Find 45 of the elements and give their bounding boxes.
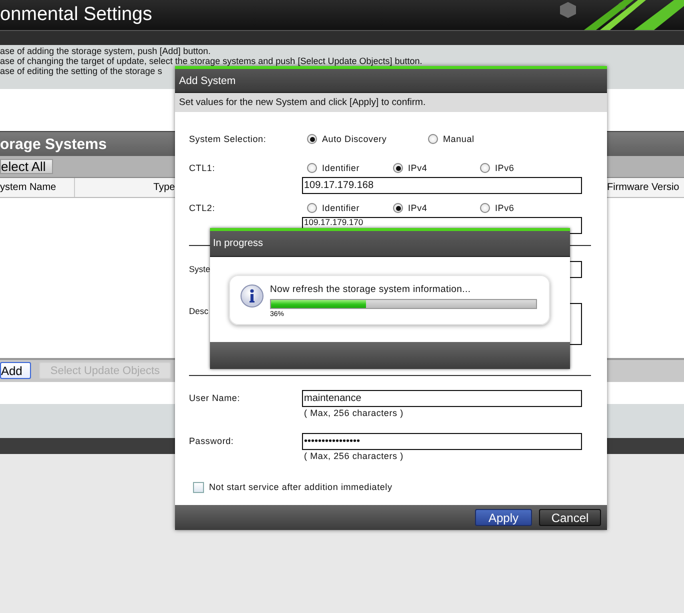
radio-label[interactable]: Identifier [322,163,360,173]
column-header[interactable]: ystem Name [0,178,75,197]
page-title: onmental Settings [0,4,152,26]
info-icon [240,284,264,308]
radio-button[interactable] [428,134,438,144]
radio-button[interactable] [393,203,403,213]
add-button[interactable]: Add [0,362,32,379]
radio-button[interactable] [480,203,490,213]
radio-label[interactable]: Manual [443,134,474,144]
user-name-field[interactable]: maintenance [302,390,582,407]
checkbox[interactable] [193,482,204,492]
radio-label[interactable]: IPv4 [408,203,428,213]
select-all-button[interactable]: elect All [0,159,53,174]
section-title: orage Systems [0,136,107,152]
checkbox-label[interactable]: Not start service after addition immediately [209,482,392,492]
radio-button[interactable] [307,163,317,173]
radio-label[interactable]: Identifier [322,203,360,213]
instruction-text: ase of editing the setting of the storage s [0,66,162,76]
instruction-text: Set values for the new System and click [Apply] to confirm. [175,93,607,112]
apply-button[interactable]: Apply [475,509,532,526]
radio-button[interactable] [307,203,317,213]
instruction-text: ase of changing the target of update, select the storage systems and push [Select Update Objects] button. [0,56,422,66]
field-label: CTL1: [189,163,216,173]
dialog-title: Add System [175,69,607,93]
field-label: Desc [189,305,208,318]
field-label: User Name: [189,392,242,405]
radio-label[interactable]: IPv6 [495,203,514,213]
cancel-button[interactable]: Cancel [539,509,601,526]
field-label: System Selection: [189,134,268,144]
radio-button[interactable] [480,163,490,173]
password-field[interactable]: •••••••••••••••• [302,433,582,450]
field-label: Password: [189,435,235,448]
radio-label[interactable]: Auto Discovery [322,134,387,144]
field-label: CTL2: [189,203,216,213]
radio-label[interactable]: IPv4 [408,163,428,173]
radio-button[interactable] [307,134,317,144]
radio-button[interactable] [393,163,403,173]
ip-address-field[interactable]: 109.17.179.168 [302,177,582,194]
progress-message: Now refresh the storage system information... [270,284,472,295]
field-label: Syste [189,263,210,276]
radio-label[interactable]: IPv6 [495,163,514,173]
hint-text: ( Max, 256 characters ) [304,407,404,419]
hint-text: ( Max, 256 characters ) [304,450,404,462]
dialog-title: In progress [210,231,570,257]
instruction-text: ase of adding the storage system, push [Add] button. [0,46,211,56]
